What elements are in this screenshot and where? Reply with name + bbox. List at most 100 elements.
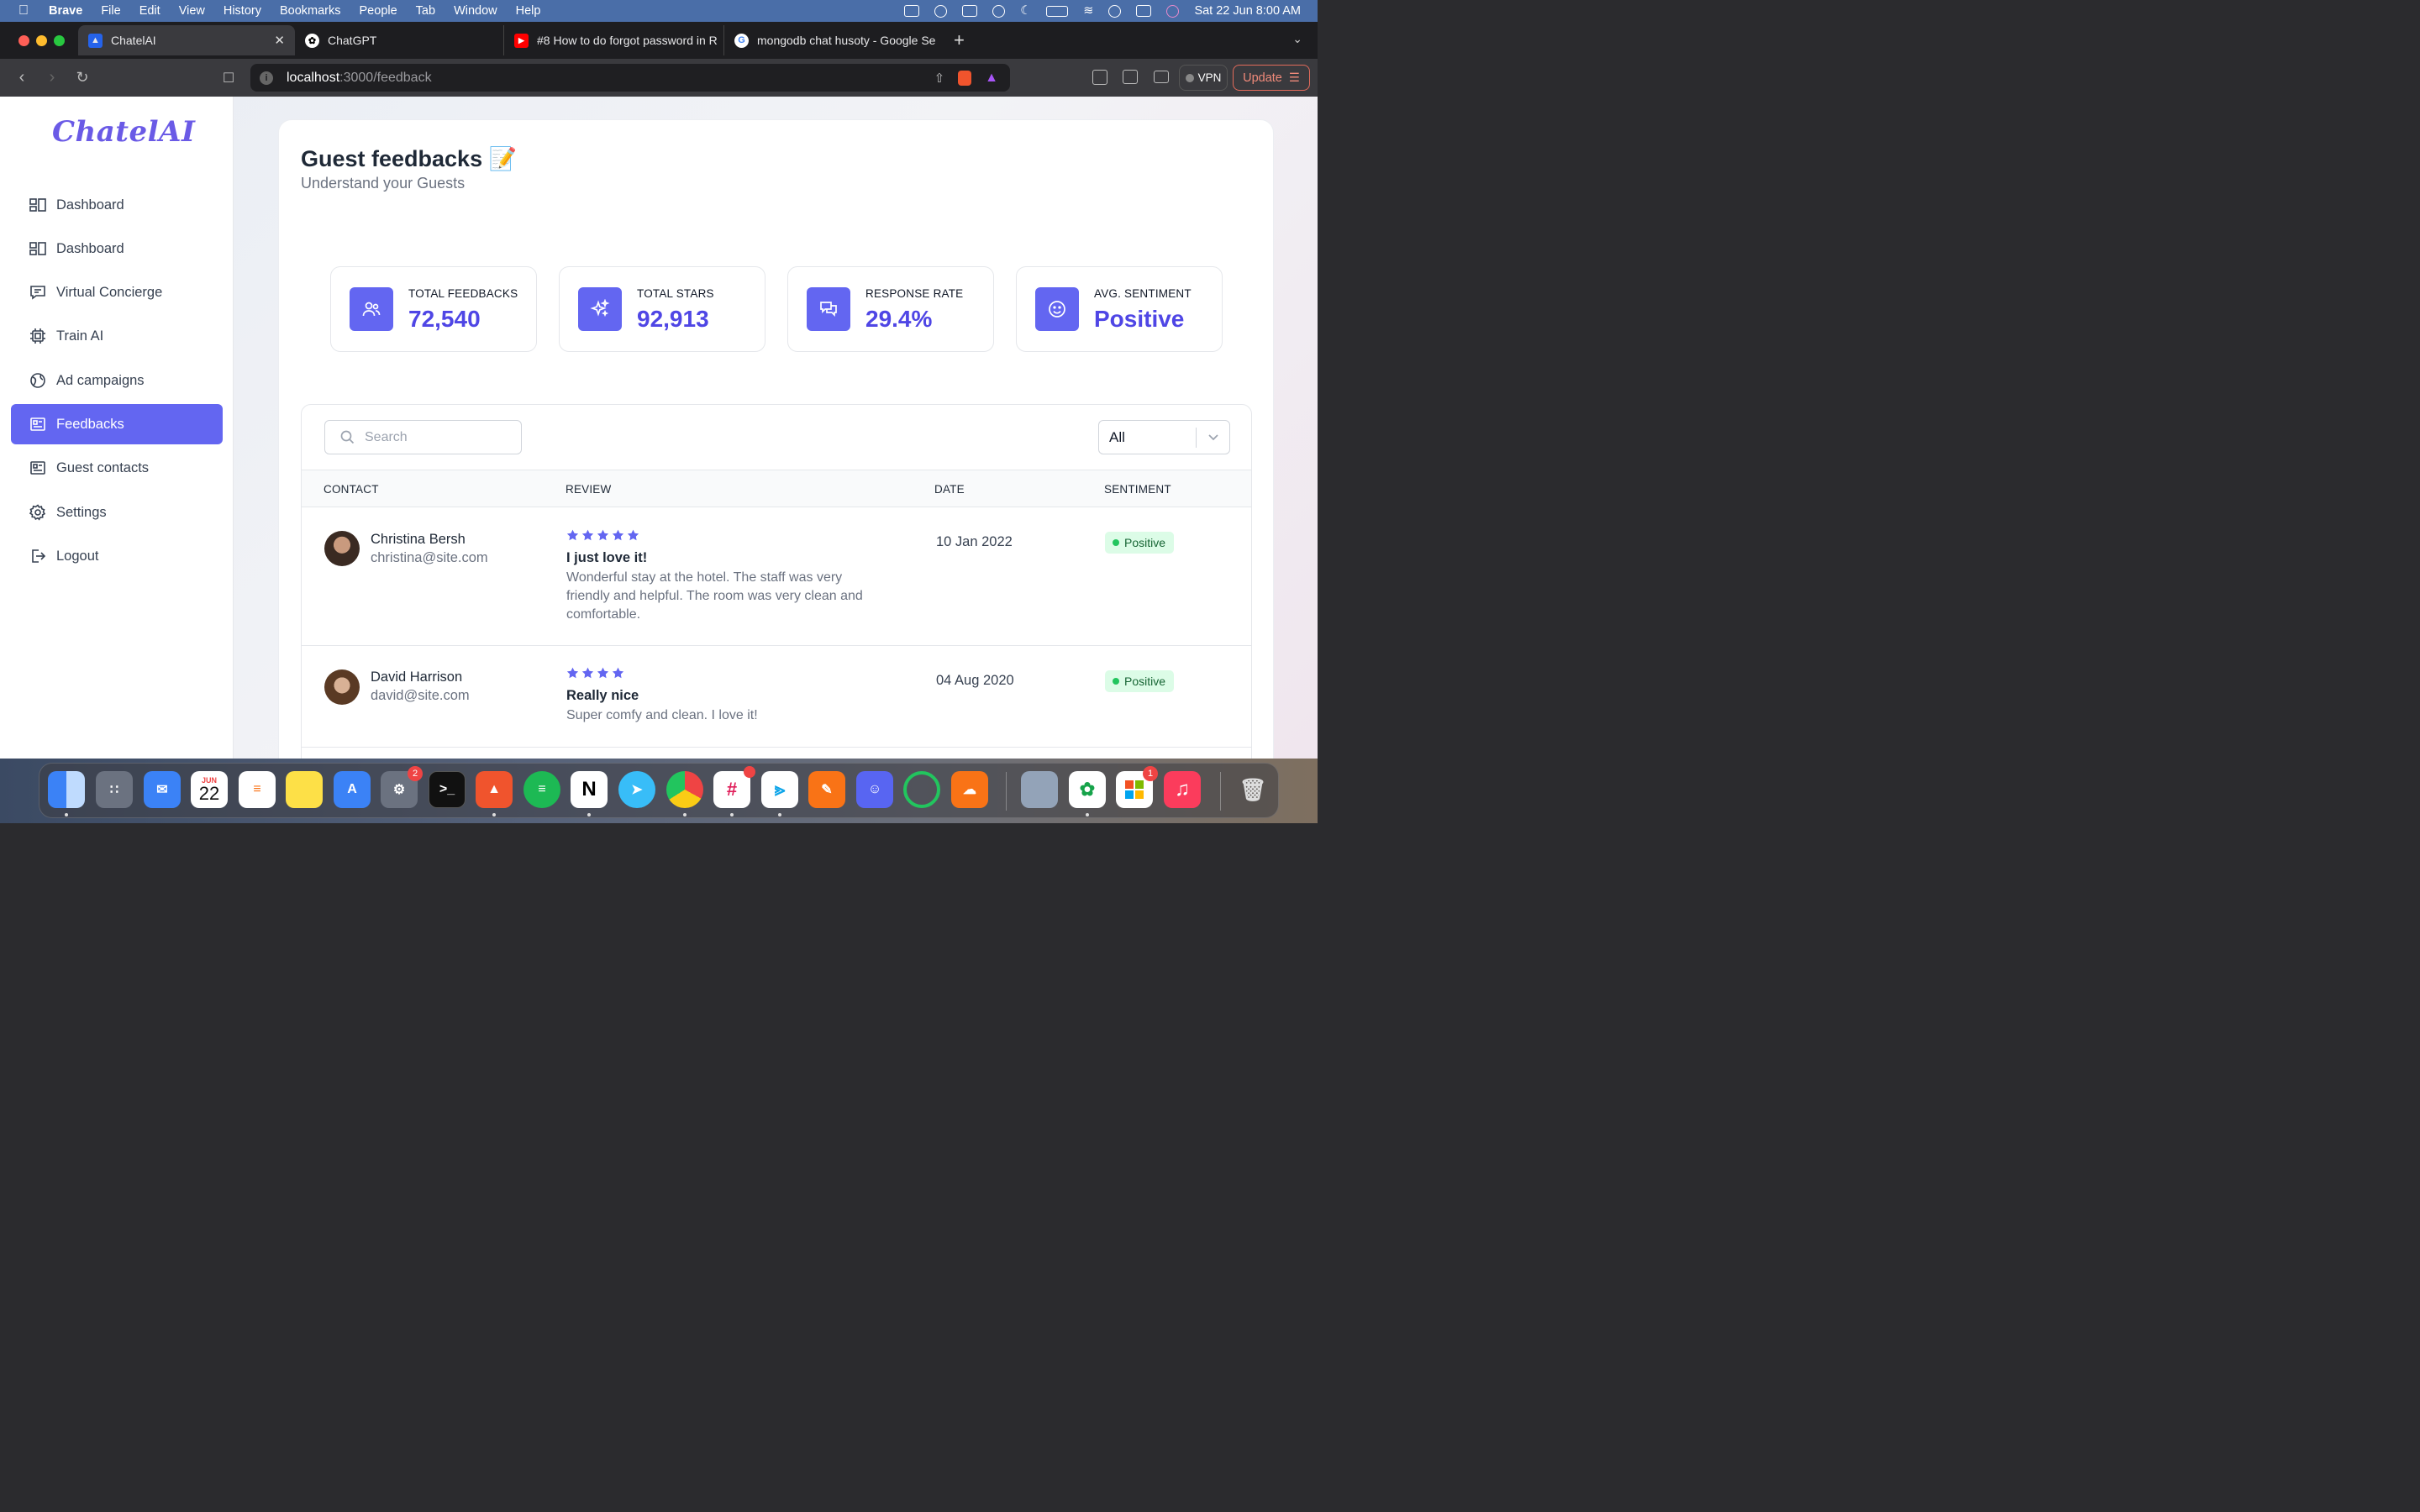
column-header-sentiment[interactable]: SENTIMENT	[1104, 483, 1171, 496]
menu-app-name[interactable]: Brave	[49, 4, 82, 18]
chrome-icon[interactable]	[666, 771, 703, 808]
siri-icon[interactable]	[1166, 4, 1180, 18]
moon-icon[interactable]: ☾	[1020, 4, 1031, 18]
tab-chatelai[interactable]: ▲ ChatelAI ✕	[78, 25, 295, 55]
vpn-button[interactable]: VPN	[1179, 65, 1228, 91]
sidebar-item-dashboard-2[interactable]: Dashboard	[11, 228, 223, 269]
forward-icon[interactable]: ›	[37, 68, 67, 87]
spotify-icon[interactable]: ≡	[523, 771, 560, 808]
minimize-window-button[interactable]	[36, 34, 47, 46]
dock: ∷ ✉ JUN 22 ≡ A ⚙ 2 >_ ▲ ≡ N ➤ # ⪢ ✎ ☺ ☁ ✿…	[39, 763, 1279, 818]
loading-app-icon[interactable]	[903, 771, 940, 808]
extensions-icon[interactable]	[1092, 70, 1107, 85]
trash-icon[interactable]: 🗑	[1234, 771, 1271, 808]
brave-rewards-icon[interactable]: ▲	[985, 71, 998, 86]
table-row[interactable]: Christina Bersh christina@site.com I jus…	[302, 507, 1251, 646]
system-settings-icon[interactable]: ⚙ 2	[381, 766, 423, 808]
brave-shields-icon[interactable]	[958, 70, 972, 86]
mongodb-icon[interactable]: ✿	[1069, 771, 1106, 808]
back-icon[interactable]: ‹	[7, 68, 37, 87]
app-logo[interactable]: ChatelAI	[52, 115, 195, 149]
menu-window[interactable]: Window	[454, 4, 497, 18]
app-store-icon[interactable]: A	[334, 771, 371, 808]
table-row[interactable]: David Harrison david@site.com Really nic…	[302, 646, 1251, 748]
brave-icon[interactable]: ▲	[476, 771, 513, 808]
search-input[interactable]: Search	[324, 420, 522, 454]
apple-icon[interactable]: 	[18, 3, 32, 18]
tab-label: ChatelAI	[111, 34, 156, 47]
cloud-status-icon[interactable]	[934, 4, 948, 18]
sidebar-item-virtual-concierge[interactable]: Virtual Concierge	[11, 272, 223, 312]
menu-edit[interactable]: Edit	[139, 4, 160, 18]
select-divider	[1196, 428, 1197, 448]
wallet-icon[interactable]	[1154, 71, 1169, 83]
finder-icon[interactable]	[48, 771, 85, 808]
column-header-date[interactable]: DATE	[934, 483, 965, 496]
browser-toolbar: ‹ › ↻ ☐ i localhost:3000/feedback ⇧ ▲ VP…	[0, 59, 1318, 97]
vscode-icon[interactable]: ⪢	[761, 771, 798, 808]
discord-icon[interactable]: ☺	[856, 771, 893, 808]
sentiment-filter-select[interactable]: All	[1098, 420, 1230, 454]
positive-dot-icon	[1113, 678, 1119, 685]
reload-icon[interactable]: ↻	[67, 69, 97, 87]
bookmark-icon[interactable]: ☐	[213, 70, 244, 87]
calendar-icon[interactable]: JUN 22	[191, 771, 228, 808]
vpn-app-icon[interactable]: ☁	[951, 771, 988, 808]
terminal-icon[interactable]: >_	[429, 771, 466, 808]
sidebar-item-logout[interactable]: Logout	[11, 536, 223, 576]
notion-icon[interactable]: N	[571, 771, 608, 808]
clock[interactable]: Sat 22 Jun 8:00 AM	[1194, 4, 1301, 18]
tab-label: #8 How to do forgot password in R	[537, 34, 718, 47]
menu-view[interactable]: View	[179, 4, 205, 18]
menu-bookmarks[interactable]: Bookmarks	[280, 4, 341, 18]
tab-chatgpt[interactable]: ✿ ChatGPT	[295, 25, 503, 55]
battery-icon[interactable]	[1046, 5, 1069, 17]
play-status-icon[interactable]	[992, 4, 1006, 18]
menu-tab[interactable]: Tab	[416, 4, 435, 18]
sidebar-item-feedbacks[interactable]: Feedbacks	[11, 404, 223, 444]
menu-people[interactable]: People	[360, 4, 397, 18]
zoom-window-button[interactable]	[54, 34, 65, 46]
tab-google[interactable]: G mongodb chat husoty - Google Se	[723, 25, 944, 55]
microsoft-icon[interactable]: 1	[1116, 766, 1158, 808]
column-header-review[interactable]: REVIEW	[566, 483, 611, 496]
sidebar-item-label: Dashboard	[56, 197, 124, 213]
slack-icon[interactable]: #	[713, 766, 755, 808]
column-header-contact[interactable]: CONTACT	[324, 483, 379, 496]
screen-status-icon[interactable]	[962, 5, 978, 17]
menu-history[interactable]: History	[224, 4, 261, 18]
preview-icon[interactable]	[1021, 771, 1058, 808]
update-button[interactable]: Update ☰	[1233, 65, 1310, 91]
new-tab-icon[interactable]: +	[954, 29, 965, 51]
music-icon[interactable]: ♫	[1164, 771, 1201, 808]
postman-icon[interactable]: ✎	[808, 771, 845, 808]
share-icon[interactable]: ⇧	[934, 71, 945, 86]
running-indicator	[683, 813, 687, 816]
sidebar-toggle-icon[interactable]	[1123, 70, 1138, 84]
tab-youtube[interactable]: ▶ #8 How to do forgot password in R	[503, 25, 723, 55]
notion-status-icon[interactable]	[904, 5, 920, 17]
sidebar-item-dashboard[interactable]: Dashboard	[11, 185, 223, 225]
reminders-icon[interactable]: ≡	[239, 771, 276, 808]
wifi-icon[interactable]: ≋	[1083, 4, 1093, 18]
app-menu: Brave File Edit View History Bookmarks P…	[49, 4, 540, 18]
launchpad-icon[interactable]: ∷	[96, 771, 133, 808]
menu-file[interactable]: File	[101, 4, 120, 18]
site-info-icon[interactable]: i	[260, 71, 273, 85]
sidebar-item-guest-contacts[interactable]: Guest contacts	[11, 448, 223, 488]
close-window-button[interactable]	[18, 34, 29, 46]
select-value: All	[1109, 428, 1125, 445]
sidebar-item-label: Guest contacts	[56, 459, 150, 475]
search-status-icon[interactable]	[1108, 4, 1122, 18]
control-center-icon[interactable]	[1136, 5, 1152, 17]
notes-icon[interactable]	[286, 771, 323, 808]
address-bar[interactable]: i localhost:3000/feedback ⇧ ▲	[250, 64, 1010, 92]
menu-help[interactable]: Help	[516, 4, 541, 18]
mail-icon[interactable]: ✉	[144, 771, 181, 808]
close-tab-icon[interactable]: ✕	[274, 33, 285, 48]
safari-icon[interactable]: ➤	[618, 771, 655, 808]
sidebar-item-settings[interactable]: Settings	[11, 492, 223, 533]
sidebar-item-train-ai[interactable]: Train AI	[11, 316, 223, 356]
tab-list-chevron-icon[interactable]: ⌄	[1292, 32, 1302, 46]
sidebar-item-ad-campaigns[interactable]: Ad campaigns	[11, 360, 223, 401]
